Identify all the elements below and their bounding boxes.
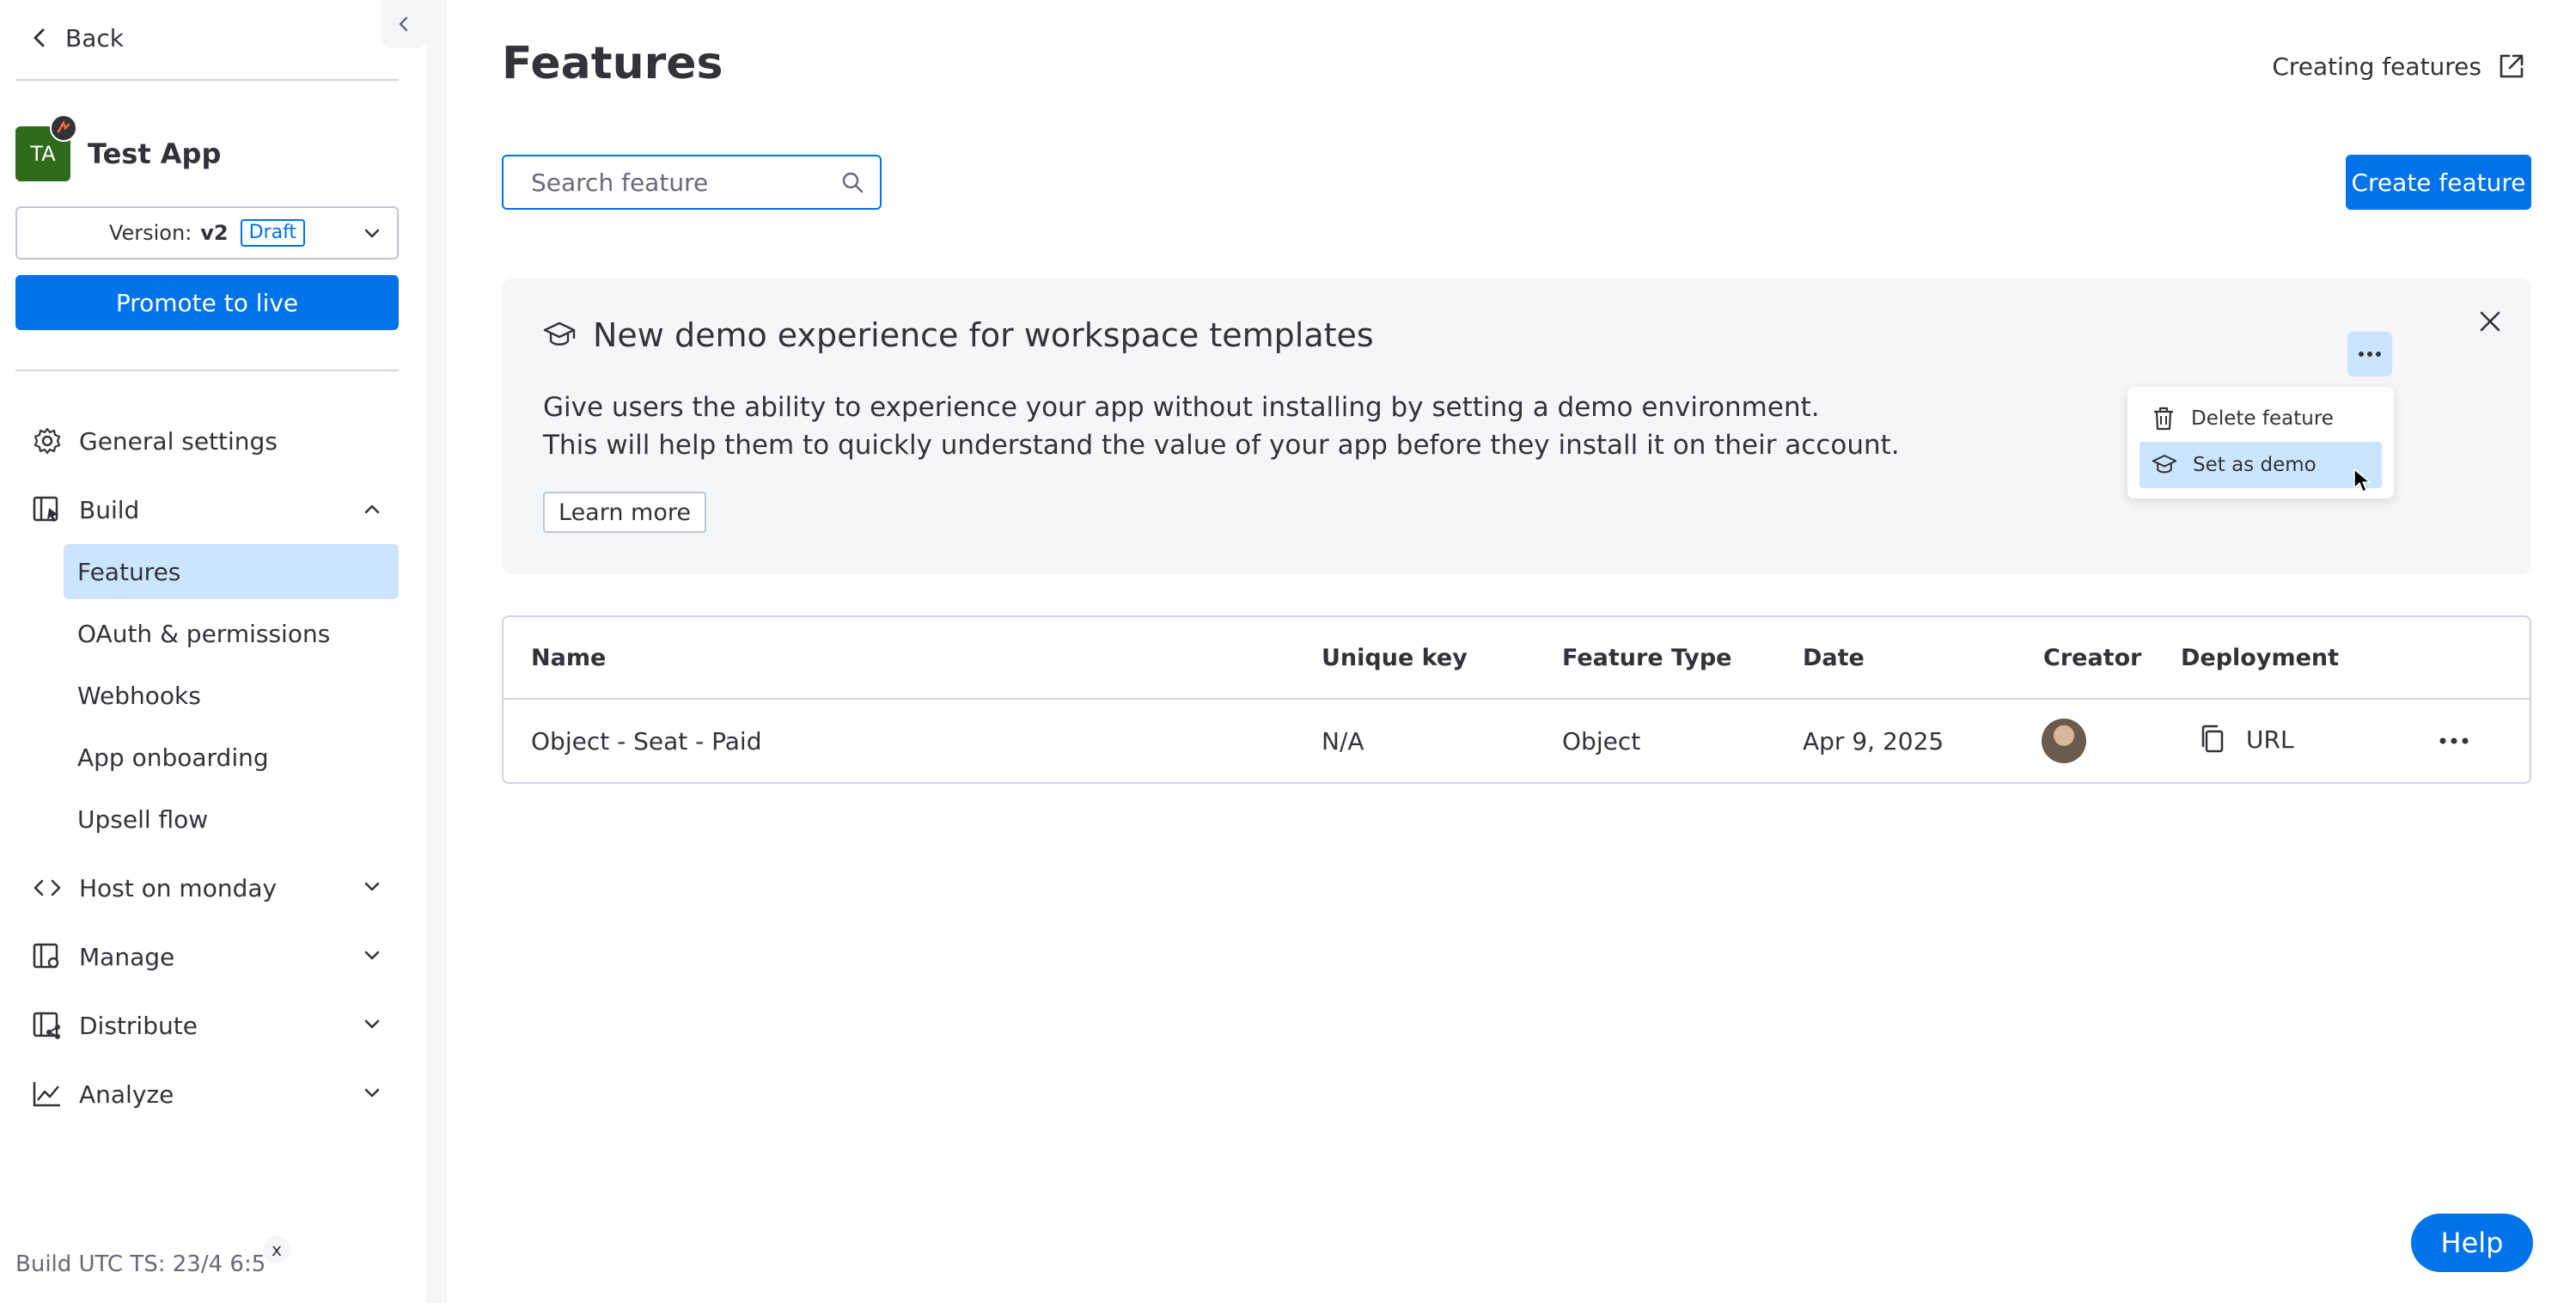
row-more-options-button[interactable] bbox=[2433, 720, 2475, 762]
sidebar-item-upsell-flow[interactable]: Upsell flow bbox=[64, 792, 399, 847]
sidebar-item-app-onboarding[interactable]: App onboarding bbox=[64, 730, 399, 785]
page-title: Features bbox=[502, 38, 723, 89]
chevron-left-icon bbox=[396, 15, 412, 34]
app-initials: TA bbox=[30, 142, 56, 166]
sidebar-divider bbox=[15, 370, 399, 371]
column-header-creator[interactable]: Creator bbox=[2043, 645, 2141, 671]
nav-distribute[interactable]: Distribute bbox=[31, 998, 399, 1053]
nav-label: Distribute bbox=[79, 1011, 198, 1040]
nav-general-settings[interactable]: General settings bbox=[31, 413, 399, 468]
trash-icon bbox=[2152, 406, 2176, 431]
manage-icon bbox=[31, 940, 64, 973]
external-link-icon bbox=[2497, 52, 2526, 81]
copy-icon bbox=[2198, 724, 2227, 755]
nav-label: Analyze bbox=[79, 1080, 174, 1109]
column-header-name[interactable]: Name bbox=[531, 645, 606, 671]
sidebar-item-oauth-permissions[interactable]: OAuth & permissions bbox=[64, 606, 399, 661]
nav-analyze[interactable]: Analyze bbox=[31, 1067, 399, 1122]
column-header-feature-type[interactable]: Feature Type bbox=[1562, 645, 1732, 671]
draft-badge: Draft bbox=[240, 219, 306, 247]
chevron-up-icon bbox=[361, 498, 383, 520]
sidebar-item-features[interactable]: Features bbox=[64, 544, 399, 599]
creating-features-link[interactable]: Creating features bbox=[2272, 52, 2526, 81]
table-row[interactable]: Object - Seat - Paid N/A Object Apr 9, 2… bbox=[504, 700, 2530, 782]
distribute-icon bbox=[31, 1009, 64, 1042]
build-timestamp: Build UTC TS: 23/4 6:5 bbox=[15, 1251, 266, 1277]
chevron-down-icon bbox=[361, 1013, 383, 1036]
app-name: Test App bbox=[88, 138, 222, 170]
app-header: TA Test App bbox=[15, 114, 222, 182]
chevron-left-icon bbox=[31, 28, 48, 48]
learn-more-button[interactable]: Learn more bbox=[543, 492, 706, 533]
build-timestamp-close-button[interactable]: x bbox=[263, 1236, 290, 1263]
code-icon bbox=[31, 872, 64, 904]
sidebar-item-webhooks[interactable]: Webhooks bbox=[64, 668, 399, 723]
menu-item-label: Delete feature bbox=[2191, 407, 2334, 430]
more-horizontal-icon bbox=[2439, 737, 2469, 744]
nav-build[interactable]: Build bbox=[31, 482, 399, 537]
collapse-sidebar-button[interactable] bbox=[382, 0, 426, 48]
search-icon bbox=[840, 170, 864, 194]
search-field[interactable] bbox=[502, 155, 882, 210]
cell-feature-type: Object bbox=[1562, 727, 1641, 755]
cell-name[interactable]: Object - Seat - Paid bbox=[531, 727, 761, 755]
sidebar: Back TA Test App Version: v2 Draft Promo… bbox=[0, 0, 426, 1303]
banner-close-button[interactable] bbox=[2471, 303, 2509, 340]
line-chart-icon bbox=[31, 1078, 64, 1110]
create-feature-button[interactable]: Create feature bbox=[2346, 155, 2531, 210]
graduation-cap-icon bbox=[2152, 453, 2177, 477]
search-input[interactable] bbox=[531, 168, 840, 197]
banner-title-row: New demo experience for workspace templa… bbox=[543, 316, 1374, 354]
cell-unique-key: N/A bbox=[1322, 727, 1364, 755]
nav-label: Host on monday bbox=[79, 873, 278, 902]
nav-label: Build bbox=[79, 495, 140, 524]
back-button[interactable]: Back bbox=[31, 19, 124, 57]
version-select[interactable]: Version: v2 Draft bbox=[15, 206, 399, 260]
deployment-label: URL bbox=[2246, 725, 2294, 754]
app-status-badge-icon bbox=[50, 114, 77, 142]
banner-description: Give users the ability to experience you… bbox=[543, 388, 1900, 464]
graduation-cap-icon bbox=[543, 320, 576, 351]
nav-label: Manage bbox=[79, 942, 175, 971]
menu-item-label: Set as demo bbox=[2193, 454, 2317, 476]
column-header-deployment[interactable]: Deployment bbox=[2181, 645, 2339, 671]
column-header-unique-key[interactable]: Unique key bbox=[1322, 645, 1468, 671]
version-label: Version: bbox=[108, 221, 192, 245]
nav-host-on-monday[interactable]: Host on monday bbox=[31, 860, 399, 915]
chevron-down-icon bbox=[361, 1082, 383, 1104]
chevron-down-icon bbox=[363, 223, 382, 242]
column-header-date[interactable]: Date bbox=[1803, 645, 1865, 671]
menu-item-set-as-demo[interactable]: Set as demo bbox=[2140, 442, 2382, 488]
help-link-label: Creating features bbox=[2272, 52, 2481, 81]
more-horizontal-icon bbox=[2358, 351, 2382, 358]
banner-description-line: This will help them to quickly understan… bbox=[543, 430, 1900, 461]
menu-item-delete-feature[interactable]: Delete feature bbox=[2140, 395, 2382, 442]
help-button[interactable]: Help bbox=[2411, 1214, 2533, 1272]
build-icon bbox=[31, 493, 64, 526]
version-value: v2 bbox=[200, 221, 229, 245]
app-avatar: TA bbox=[15, 114, 77, 181]
promote-to-live-button[interactable]: Promote to live bbox=[15, 275, 399, 330]
cell-date: Apr 9, 2025 bbox=[1803, 727, 1944, 755]
gear-icon bbox=[31, 425, 64, 457]
nav-manage[interactable]: Manage bbox=[31, 929, 399, 984]
chevron-down-icon bbox=[361, 876, 383, 898]
banner-title: New demo experience for workspace templa… bbox=[593, 316, 1374, 354]
table-header: Name Unique key Feature Type Date Creato… bbox=[504, 617, 2530, 700]
mouse-cursor-icon bbox=[2353, 468, 2372, 493]
features-table: Name Unique key Feature Type Date Creato… bbox=[502, 615, 2531, 784]
banner-description-line: Give users the ability to experience you… bbox=[543, 392, 1820, 423]
deployment-url-button[interactable]: URL bbox=[2198, 724, 2294, 755]
back-label: Back bbox=[65, 23, 124, 52]
sidebar-edge bbox=[426, 0, 447, 1303]
creator-avatar[interactable] bbox=[2042, 719, 2086, 763]
sidebar-divider bbox=[15, 79, 399, 81]
nav-label: General settings bbox=[79, 426, 278, 456]
close-icon bbox=[2477, 309, 2503, 334]
banner-more-options-button[interactable] bbox=[2347, 332, 2392, 376]
chevron-down-icon bbox=[361, 945, 383, 967]
